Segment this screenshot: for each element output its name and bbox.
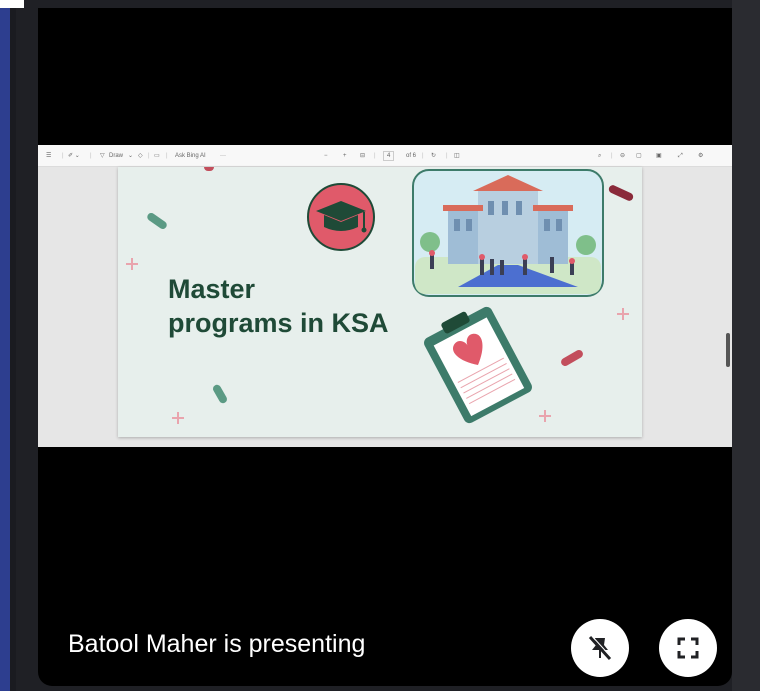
meeting-view: ☰ | ✐ ⌄ | ▽ Draw ⌄ ◇ | ▭ | Ask Bing AI ·… [0,0,760,691]
save-as-icon[interactable]: ▣ [656,152,662,160]
erase-icon[interactable]: ◇ [138,152,143,160]
slide-title-line: programs in KSA [168,308,389,338]
zoom-out-icon[interactable]: − [324,152,328,160]
expand-icon[interactable]: ⤢ [678,152,683,160]
scrollbar-thumb[interactable] [726,333,730,367]
shared-screen: ☰ | ✐ ⌄ | ▽ Draw ⌄ ◇ | ▭ | Ask Bing AI ·… [38,145,732,447]
graduation-cap-icon [307,183,375,251]
fit-page-icon[interactable]: ⊟ [360,152,365,160]
rotate-icon[interactable]: ↻ [431,152,436,160]
slide-page: Master programs in KSA [118,167,642,437]
draw-icon[interactable]: ▽ [100,152,105,160]
draw-button[interactable]: Draw [109,152,123,160]
zoom-in-icon[interactable]: + [343,152,347,160]
slide-title-line: Master [168,274,256,304]
read-aloud-icon[interactable]: ▭ [154,152,160,160]
university-image [412,169,604,297]
unpin-button[interactable] [571,619,629,677]
unpin-icon [588,635,613,661]
ask-ai-button[interactable]: Ask Bing AI [175,152,206,160]
presentation-tile[interactable]: ☰ | ✐ ⌄ | ▽ Draw ⌄ ◇ | ▭ | Ask Bing AI ·… [38,8,732,686]
save-icon[interactable]: ▢ [636,152,642,160]
print-icon[interactable]: ⊖ [620,152,625,160]
window-edge [0,0,10,691]
contents-icon[interactable]: ☰ [46,152,51,160]
fullscreen-icon [677,637,699,659]
window-border [10,0,16,691]
highlight-icon[interactable]: ✐ ⌄ [68,152,80,160]
search-icon[interactable]: ⌕ [598,152,601,160]
pdf-toolbar: ☰ | ✐ ⌄ | ▽ Draw ⌄ ◇ | ▭ | Ask Bing AI ·… [38,145,732,167]
page-number-input[interactable]: 4 [383,151,395,161]
chevron-down-icon[interactable]: ⌄ [128,152,133,160]
presenting-caption: Batool Maher is presenting [68,630,366,658]
window-corner [0,0,24,8]
page-total: of 6 [406,153,417,159]
settings-icon[interactable]: ⚙ [698,152,703,160]
more-icon[interactable]: ··· [220,152,226,160]
slide-title: Master programs in KSA [168,272,389,340]
fullscreen-button[interactable] [659,619,717,677]
clipboard-heart-icon [424,306,532,424]
side-panel-edge [732,0,760,691]
page-view-icon[interactable]: ◫ [454,152,460,160]
